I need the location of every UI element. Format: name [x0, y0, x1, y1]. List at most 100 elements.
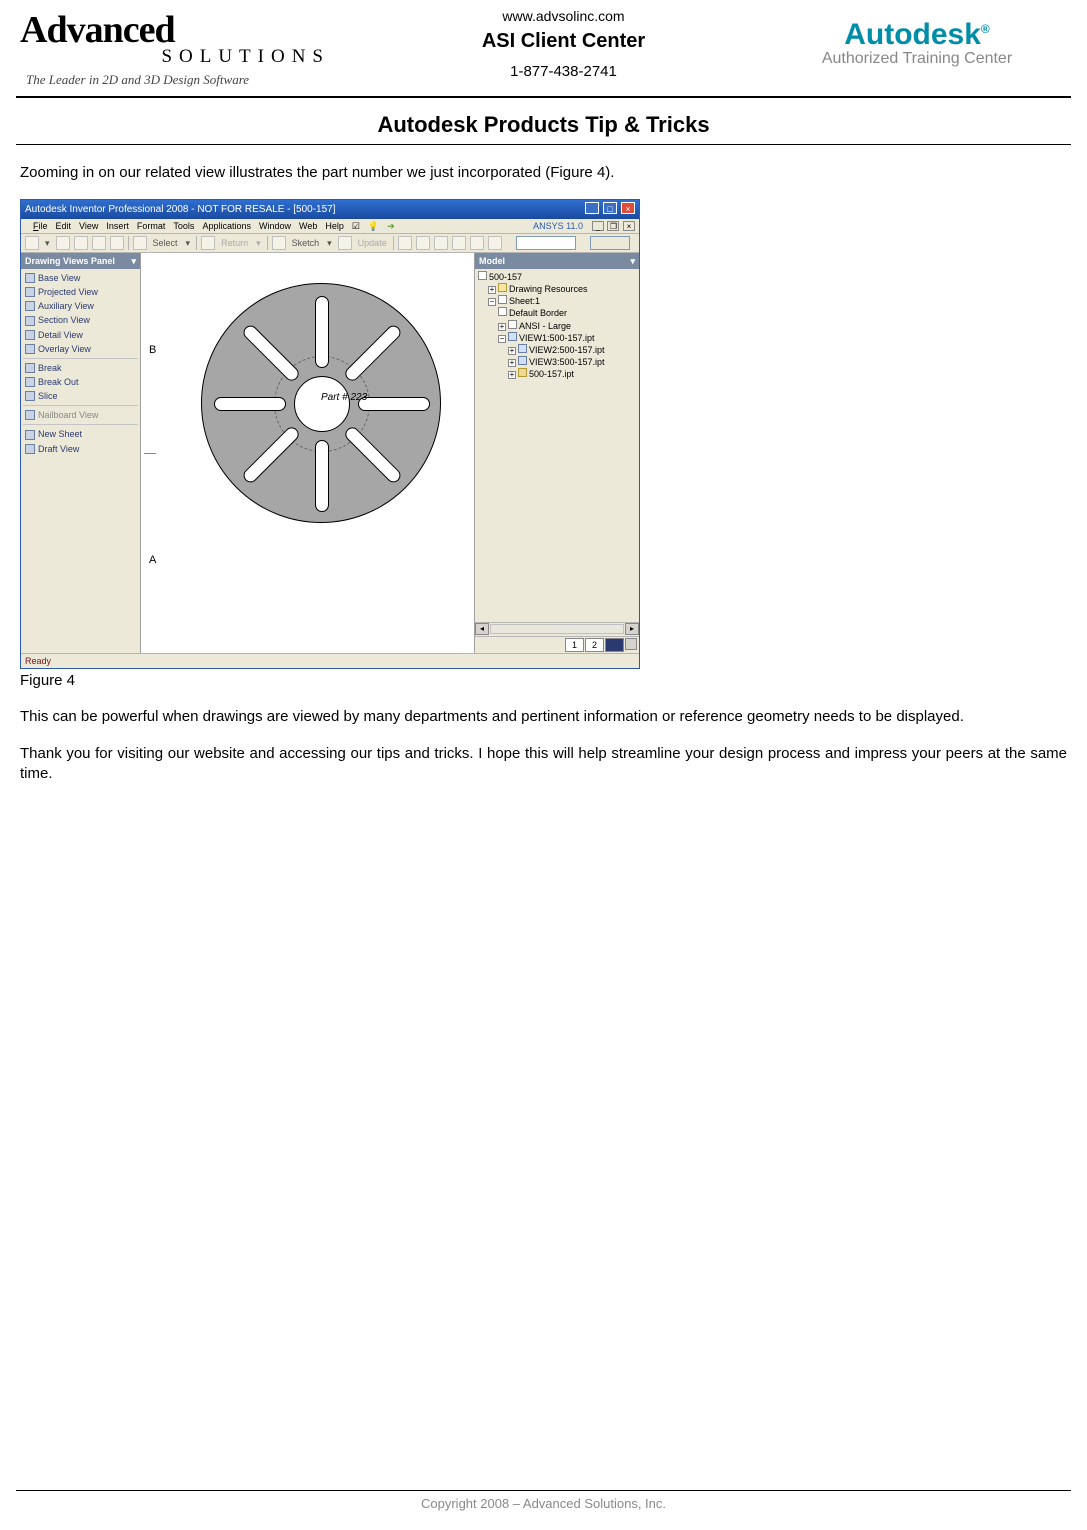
close-icon[interactable]: × [621, 202, 635, 214]
tree-default-border[interactable]: Default Border [478, 307, 636, 319]
panel-item-overlay-view[interactable]: Overlay View [23, 342, 138, 356]
tb-select-label[interactable]: Select [151, 237, 180, 249]
disc-slot [343, 323, 404, 384]
tree-root[interactable]: 500-157 [478, 271, 636, 283]
menu-help[interactable]: Help [325, 220, 344, 232]
tb-redo-icon[interactable] [110, 236, 124, 250]
scroll-left-icon[interactable]: ◂ [475, 623, 489, 635]
expand-icon[interactable]: + [508, 371, 516, 379]
menu-arrow-icon[interactable]: ➔ [387, 220, 395, 232]
drawing-canvas[interactable]: B A Part # 223 [141, 253, 474, 653]
tb-rotate-icon[interactable] [488, 236, 502, 250]
menu-file[interactable]: File [33, 220, 48, 232]
tb-update-icon[interactable] [338, 236, 352, 250]
tb-style-combo[interactable] [516, 236, 576, 250]
collapse-icon[interactable]: − [488, 298, 496, 306]
menu-applications[interactable]: Applications [202, 220, 251, 232]
panel-item-base-view[interactable]: Base View [23, 271, 138, 285]
titleblock-icon [508, 320, 517, 329]
menu-format[interactable]: Format [137, 220, 166, 232]
tree-part[interactable]: +500-157.ipt [478, 368, 636, 380]
mdi-close-icon[interactable]: × [623, 221, 635, 231]
model-browser-header[interactable]: Model ▾ [475, 253, 639, 269]
tree-view3[interactable]: +VIEW3:500-157.ipt [478, 356, 636, 368]
panel-bar-dropdown-icon[interactable]: ▾ [131, 255, 136, 267]
tb-sketch-label[interactable]: Sketch [290, 237, 322, 249]
tree-view1[interactable]: −VIEW1:500-157.ipt [478, 332, 636, 344]
figure-caption: Figure 4 [20, 671, 1067, 691]
scroll-thumb[interactable] [490, 624, 624, 634]
tb-select-icon[interactable] [133, 236, 147, 250]
panel-item-nailboard-view: Nailboard View [23, 408, 138, 422]
autodesk-reg-icon: ® [981, 22, 990, 36]
scroll-right-icon[interactable]: ▸ [625, 623, 639, 635]
mdi-restore-icon[interactable]: ❐ [607, 221, 619, 231]
menu-checkbox-icon[interactable]: ☑ [352, 220, 360, 232]
tb-layer-combo[interactable] [590, 236, 630, 250]
menu-insert[interactable]: Insert [106, 220, 129, 232]
tb-new-icon[interactable] [25, 236, 39, 250]
menu-edit[interactable]: Edit [56, 220, 72, 232]
new-sheet-icon [25, 430, 35, 440]
panel-bar-header[interactable]: Drawing Views Panel ▾ [21, 253, 140, 269]
tb-pan-icon[interactable] [452, 236, 466, 250]
panel-item-auxiliary-view[interactable]: Auxiliary View [23, 299, 138, 313]
window-titlebar[interactable]: Autodesk Inventor Professional 2008 - NO… [21, 200, 639, 219]
view-icon [518, 344, 527, 353]
tb-return-icon[interactable] [201, 236, 215, 250]
expand-icon[interactable]: + [498, 323, 506, 331]
tb-sketch-dropdown-icon[interactable]: ▾ [325, 237, 334, 249]
model-tree: 500-157 +Drawing Resources −Sheet:1 Defa… [475, 269, 639, 622]
tree-ansi[interactable]: +ANSI - Large [478, 320, 636, 332]
collapse-icon[interactable]: − [498, 335, 506, 343]
tb-open-icon[interactable] [56, 236, 70, 250]
expand-icon[interactable]: + [488, 286, 496, 294]
tb-zoom-selected-icon[interactable] [470, 236, 484, 250]
menu-tools[interactable]: Tools [173, 220, 194, 232]
panel-item-break[interactable]: Break [23, 361, 138, 375]
tree-drawing-resources[interactable]: +Drawing Resources [478, 283, 636, 295]
menu-lightbulb-icon[interactable]: 💡 [368, 220, 379, 232]
panel-item-detail-view[interactable]: Detail View [23, 328, 138, 342]
panel-item-draft-view[interactable]: Draft View [23, 442, 138, 456]
panel-item-slice[interactable]: Slice [23, 389, 138, 403]
section-view-icon [25, 316, 35, 326]
tb-sketch-icon[interactable] [272, 236, 286, 250]
panel-item-projected-view[interactable]: Projected View [23, 285, 138, 299]
tb-select-dropdown-icon[interactable]: ▾ [184, 237, 193, 249]
panel-item-break-out[interactable]: Break Out [23, 375, 138, 389]
maximize-icon[interactable]: □ [603, 202, 617, 214]
sheet-tab-end-icon[interactable] [625, 638, 637, 650]
panel-item-new-sheet[interactable]: New Sheet [23, 427, 138, 441]
menu-window[interactable]: Window [259, 220, 291, 232]
menu-view[interactable]: View [79, 220, 98, 232]
sheet-tab-2[interactable]: 2 [585, 638, 604, 652]
tb-zoom-window-icon[interactable] [416, 236, 430, 250]
minimize-icon[interactable]: _ [585, 202, 599, 214]
paragraph-1: This can be powerful when drawings are v… [20, 707, 1067, 727]
model-browser-dropdown-icon[interactable]: ▾ [630, 255, 635, 267]
part-number-label: Part # 223 [321, 391, 367, 405]
mdi-window-controls: _ ❐ × [591, 220, 635, 232]
tb-undo-icon[interactable] [92, 236, 106, 250]
expand-icon[interactable]: + [508, 359, 516, 367]
tree-view2[interactable]: +VIEW2:500-157.ipt [478, 344, 636, 356]
disc-slot [241, 424, 302, 485]
sheet-tab-active[interactable] [605, 638, 624, 652]
menu-web[interactable]: Web [299, 220, 317, 232]
tree-sheet[interactable]: −Sheet:1 [478, 295, 636, 307]
browser-hscroll[interactable]: ◂ ▸ [475, 622, 639, 636]
tb-save-icon[interactable] [74, 236, 88, 250]
sheet-tab-1[interactable]: 1 [565, 638, 584, 652]
mdi-minimize-icon[interactable]: _ [592, 221, 604, 231]
menu-ansys[interactable]: ANSYS 11.0 [533, 220, 583, 232]
panel-item-section-view[interactable]: Section View [23, 313, 138, 327]
expand-icon[interactable]: + [508, 347, 516, 355]
tb-zoom-all-icon[interactable] [398, 236, 412, 250]
tb-zoom-icon[interactable] [434, 236, 448, 250]
page-title: Autodesk Products Tip & Tricks [0, 112, 1087, 138]
tb-separator-3 [267, 236, 268, 250]
disc-slot [214, 397, 286, 411]
tb-new-dropdown-icon[interactable]: ▾ [43, 237, 52, 249]
sheet-icon [498, 295, 507, 304]
